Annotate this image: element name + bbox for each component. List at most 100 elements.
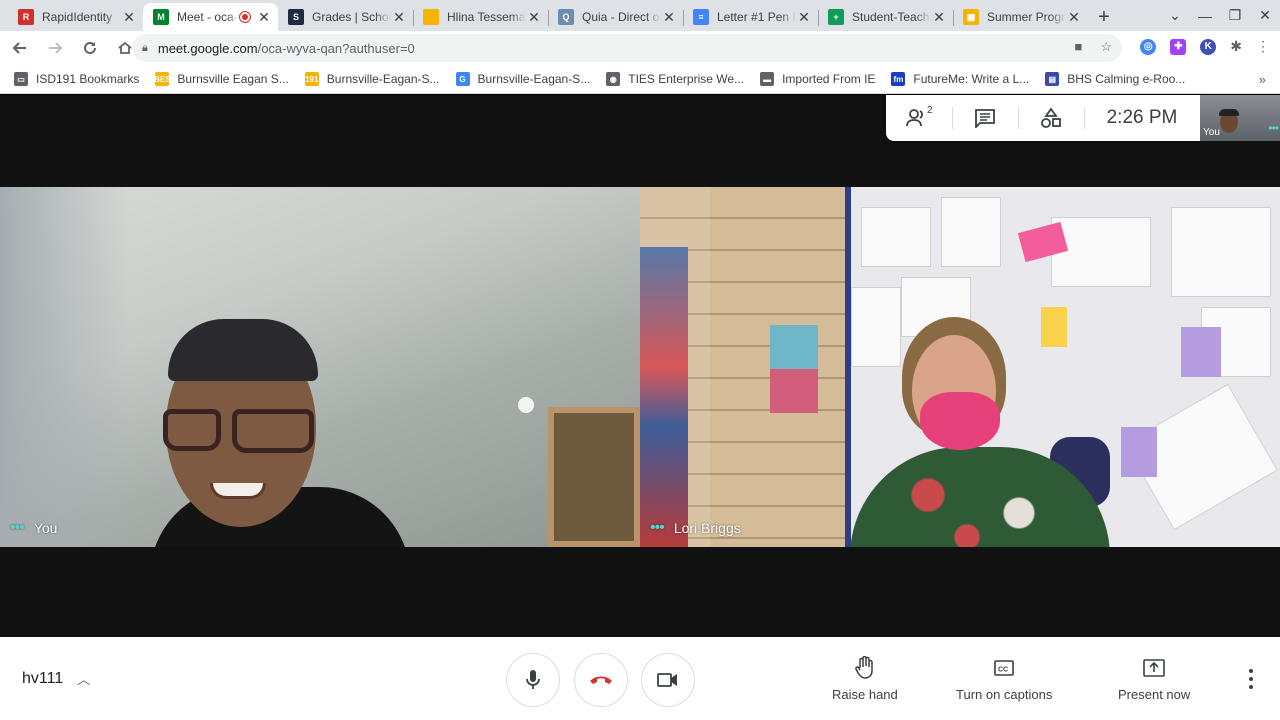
close-tab-icon[interactable]: ✕ <box>256 9 272 25</box>
video-tile-lori-briggs[interactable]: ••• Lori Briggs <box>640 187 1280 547</box>
self-view-thumbnail[interactable]: You ••• <box>1200 95 1280 141</box>
wall-fixture <box>518 397 534 413</box>
tab-search-icon[interactable]: ⌄ <box>1160 7 1190 24</box>
self-thumb-headband <box>1219 109 1239 116</box>
bookmark-label: FutureMe: Write a L... <box>913 72 1030 86</box>
leave-call-button[interactable] <box>574 653 628 707</box>
tab-favicon-icon: Q <box>558 9 574 25</box>
bookmark-item[interactable]: fm FutureMe: Write a L... <box>891 72 1029 86</box>
sticky-note <box>1181 327 1221 377</box>
close-tab-icon[interactable]: ✕ <box>391 9 407 25</box>
close-tab-icon[interactable]: ✕ <box>796 9 812 25</box>
self-thumb-more-icon[interactable]: ••• <box>1268 121 1279 135</box>
raise-hand-button[interactable]: Raise hand <box>832 655 898 702</box>
browser-tab[interactable]: R RapidIdentity ✕ <box>8 3 143 31</box>
bookmark-icon: BES <box>154 72 171 86</box>
browser-tab[interactable]: S Grades | Schoology✕ <box>278 3 413 31</box>
more-options-icon[interactable] <box>1242 669 1260 689</box>
forward-icon[interactable] <box>40 33 70 63</box>
glasses-left-lens <box>163 409 221 451</box>
reload-icon[interactable] <box>75 33 105 63</box>
browser-tab[interactable]: ≡ Letter #1 Pen Pal✕ <box>683 3 818 31</box>
chat-button[interactable] <box>952 95 1018 141</box>
close-window-icon[interactable]: ✕ <box>1250 7 1280 24</box>
tab-favicon-icon: ▦ <box>963 9 979 25</box>
bookmarks-bar: ▭ ISD191 Bookmarks BES Burnsville Eagan S..… <box>0 65 1280 94</box>
camera-button[interactable] <box>641 653 695 707</box>
tab-title: Quia - Direct object <box>582 10 661 24</box>
meeting-clock: 2:26 PM <box>1084 107 1200 129</box>
bookmark-item[interactable]: G Burnsville-Eagan-S... <box>455 72 590 86</box>
participant-count: 2 <box>927 105 933 116</box>
activities-button[interactable] <box>1018 95 1084 141</box>
bookmark-item[interactable]: ▤ BHS Calming e-Roo... <box>1045 72 1185 86</box>
hang-up-icon <box>590 676 612 684</box>
bookmark-list: ▭ ISD191 Bookmarks BES Burnsville Eagan S..… <box>14 72 1201 86</box>
meeting-details-button[interactable]: hv111 ︿ <box>22 669 90 688</box>
close-tab-icon[interactable]: ✕ <box>1066 9 1082 25</box>
browser-tab[interactable]: M Meet - oca-wyva-qan ✕ <box>143 3 278 31</box>
tab-title: Student-Teacher <box>852 10 931 24</box>
background-poster <box>770 325 818 413</box>
browser-tab[interactable]: Hlina Tessema ✕ <box>413 3 548 31</box>
bookmark-item[interactable]: ▬ Imported From IE <box>760 72 875 86</box>
tile-name: You <box>33 520 58 536</box>
microphone-button[interactable] <box>506 653 560 707</box>
extensions-icon[interactable]: ✱ <box>1230 38 1242 55</box>
captions-button[interactable]: CC Turn on captions <box>956 655 1052 702</box>
new-tab-button[interactable]: + <box>1088 3 1120 31</box>
people-button[interactable]: 2 <box>886 95 952 141</box>
close-tab-icon[interactable]: ✕ <box>121 9 137 25</box>
present-now-label: Present now <box>1118 687 1191 702</box>
back-icon[interactable] <box>5 33 35 63</box>
close-tab-icon[interactable]: ✕ <box>526 9 542 25</box>
captions-icon: CC <box>994 660 1014 676</box>
browser-tab[interactable]: ▦ Summer Program✕ <box>953 3 1088 31</box>
board-paper <box>1171 207 1271 297</box>
tab-title: Meet - oca-wyva-qan <box>177 10 240 24</box>
raise-hand-label: Raise hand <box>832 687 898 702</box>
bookmark-star-icon[interactable]: ☆ <box>1100 39 1112 55</box>
participant-headband <box>168 319 318 381</box>
tab-favicon-icon: R <box>18 9 34 25</box>
present-now-button[interactable]: Present now <box>1118 655 1190 702</box>
video-tile-you[interactable]: ••• You <box>0 187 640 547</box>
tab-favicon-icon: ≡ <box>693 9 709 25</box>
bookmark-item[interactable]: BES Burnsville Eagan S... <box>154 72 289 86</box>
tab-title: Summer Program <box>987 10 1066 24</box>
background-shelf <box>640 247 688 547</box>
bookmark-item[interactable]: ▭ ISD191 Bookmarks <box>14 72 139 86</box>
tab-title: Grades | Schoology <box>312 10 391 24</box>
k-extension-icon[interactable]: K <box>1200 38 1217 55</box>
browser-menu-icon[interactable]: ⋮ <box>1256 38 1270 55</box>
tab-title: Hlina Tessema <box>447 10 526 24</box>
camera-in-use-icon[interactable]: ■ <box>1074 39 1082 55</box>
minimize-icon[interactable]: — <box>1190 8 1220 24</box>
restore-icon[interactable]: ❐ <box>1220 7 1250 24</box>
bookmark-label: Burnsville Eagan S... <box>177 72 289 86</box>
tab-favicon-icon: S <box>288 9 304 25</box>
lock-icon[interactable]: 🔒︎ <box>142 42 148 55</box>
browser-tab[interactable]: Q Quia - Direct object✕ <box>548 3 683 31</box>
more-bookmarks-icon[interactable]: » <box>1259 72 1266 87</box>
address-bar[interactable]: 🔒︎ meet.google.com/oca-wyva-qan?authuser… <box>132 34 1122 62</box>
meeting-controls-bar: hv111 ︿ Raise hand CC Turn on captions P… <box>0 637 1280 720</box>
camera-icon <box>657 673 677 687</box>
close-tab-icon[interactable]: ✕ <box>661 9 677 25</box>
close-tab-icon[interactable]: ✕ <box>931 9 947 25</box>
bookmark-item[interactable]: ◉ TIES Enterprise We... <box>606 72 744 86</box>
puzzle-extension-icon[interactable]: ✚ <box>1170 38 1187 55</box>
bookmark-label: BHS Calming e-Roo... <box>1067 72 1186 86</box>
bookmark-item[interactable]: 191 Burnsville-Eagan-S... <box>304 72 440 86</box>
bookmark-label: Imported From IE <box>782 72 876 86</box>
bookmark-icon: 191 <box>304 72 319 86</box>
shield-extension-icon[interactable]: ◎ <box>1140 38 1157 55</box>
participant-smile <box>210 483 266 499</box>
svg-text:CC: CC <box>998 667 1008 674</box>
wall-shadow <box>0 187 130 547</box>
url-path: /oca-wyva-qan?authuser=0 <box>257 40 415 56</box>
bookmark-icon: ◉ <box>606 72 621 86</box>
browser-tab[interactable]: + Student-Teacher✕ <box>818 3 953 31</box>
tab-favicon-icon: + <box>828 9 844 25</box>
tile-name: Lori Briggs <box>673 520 741 536</box>
